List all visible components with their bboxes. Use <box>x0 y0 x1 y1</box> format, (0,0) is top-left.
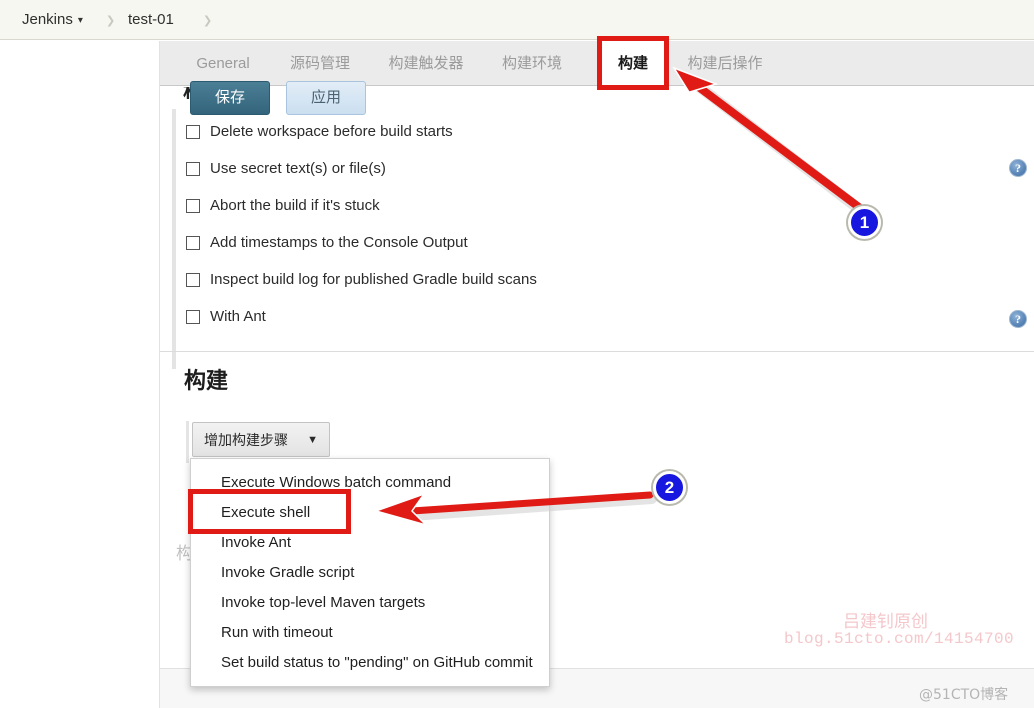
build-step-option[interactable]: Execute Windows batch command <box>191 468 549 498</box>
build-env-checkbox-label: Inspect build log for published Gradle b… <box>210 271 537 288</box>
config-tab-5[interactable]: 构建 <box>601 41 665 86</box>
build-step-option[interactable]: Run with timeout <box>191 618 549 648</box>
build-env-checkbox-row[interactable]: Inspect build log for published Gradle b… <box>186 261 886 298</box>
checkbox-icon[interactable] <box>186 272 200 287</box>
save-button[interactable]: 保存 <box>190 81 270 115</box>
config-tab-2[interactable]: 源码管理 <box>272 41 368 86</box>
checkbox-icon[interactable] <box>186 124 200 139</box>
build-step-option[interactable]: Set build status to "pending" on GitHub … <box>191 648 549 678</box>
breadcrumb-separator-2: ❯ <box>203 15 213 27</box>
breadcrumb-item-jenkins[interactable]: Jenkins ▾ <box>22 11 83 28</box>
config-tab-bar: General 源码管理 构建触发器 构建环境 构建 构建后操作 <box>160 41 1034 86</box>
build-env-checkbox-label: Delete workspace before build starts <box>210 123 453 140</box>
add-build-step-label: 增加构建步骤 <box>204 431 288 448</box>
left-sidebar <box>0 41 160 708</box>
help-icon[interactable]: ? <box>1009 159 1027 177</box>
build-step-option[interactable]: Invoke Gradle script <box>191 558 549 588</box>
checkbox-icon[interactable] <box>186 161 200 176</box>
checkbox-icon[interactable] <box>186 235 200 250</box>
build-env-checkbox-row[interactable]: Abort the build if it's stuck <box>186 187 886 224</box>
build-env-checkbox-row[interactable]: With Ant <box>186 298 886 335</box>
help-icon[interactable]: ? <box>1009 310 1027 328</box>
build-env-checkbox-label: Add timestamps to the Console Output <box>210 234 468 251</box>
config-tab-4[interactable]: 构建环境 <box>484 41 580 86</box>
build-env-checkbox-row[interactable]: Add timestamps to the Console Output <box>186 224 886 261</box>
chevron-down-icon: ▼ <box>307 433 318 446</box>
config-tab-6[interactable]: 构建后操作 <box>668 41 782 86</box>
config-tab-3[interactable]: 构建触发器 <box>369 41 483 86</box>
chevron-down-icon[interactable]: ▾ <box>78 15 83 26</box>
add-build-step-button[interactable]: 增加构建步骤 ▼ <box>192 422 330 457</box>
checkbox-icon[interactable] <box>186 198 200 213</box>
config-tab-1[interactable]: General <box>175 41 271 86</box>
section-divider <box>160 351 1034 352</box>
breadcrumb-bar: Jenkins ▾ ❯ test-01 ❯ <box>0 0 1034 40</box>
build-step-rail <box>186 421 189 463</box>
apply-button[interactable]: 应用 <box>286 81 366 115</box>
breadcrumb-item-job[interactable]: test-01 <box>128 11 174 28</box>
build-step-option[interactable]: Execute shell <box>191 498 549 528</box>
section-rail <box>172 109 176 369</box>
build-environment-checkbox-list: Delete workspace before build starts Use … <box>186 113 886 335</box>
checkbox-icon[interactable] <box>186 309 200 324</box>
breadcrumb-separator-1: ❯ <box>106 15 116 27</box>
job-config-panel: General源码管理构建触发器构建环境构建构建后操作 构建环境 Delete … <box>160 41 1034 708</box>
build-section-heading: 构建 <box>184 368 229 393</box>
build-step-option[interactable]: Invoke top-level Maven targets <box>191 588 549 618</box>
breadcrumb-jenkins-label: Jenkins <box>22 11 73 28</box>
build-env-checkbox-label: Use secret text(s) or file(s) <box>210 160 386 177</box>
build-step-dropdown-menu[interactable]: Execute Windows batch command Execute she… <box>190 458 550 687</box>
build-env-checkbox-label: With Ant <box>210 308 266 325</box>
build-env-checkbox-row[interactable]: Delete workspace before build starts <box>186 113 886 150</box>
build-step-option[interactable]: Invoke Ant <box>191 528 549 558</box>
build-env-checkbox-label: Abort the build if it's stuck <box>210 197 380 214</box>
build-env-checkbox-row[interactable]: Use secret text(s) or file(s) <box>186 150 886 187</box>
